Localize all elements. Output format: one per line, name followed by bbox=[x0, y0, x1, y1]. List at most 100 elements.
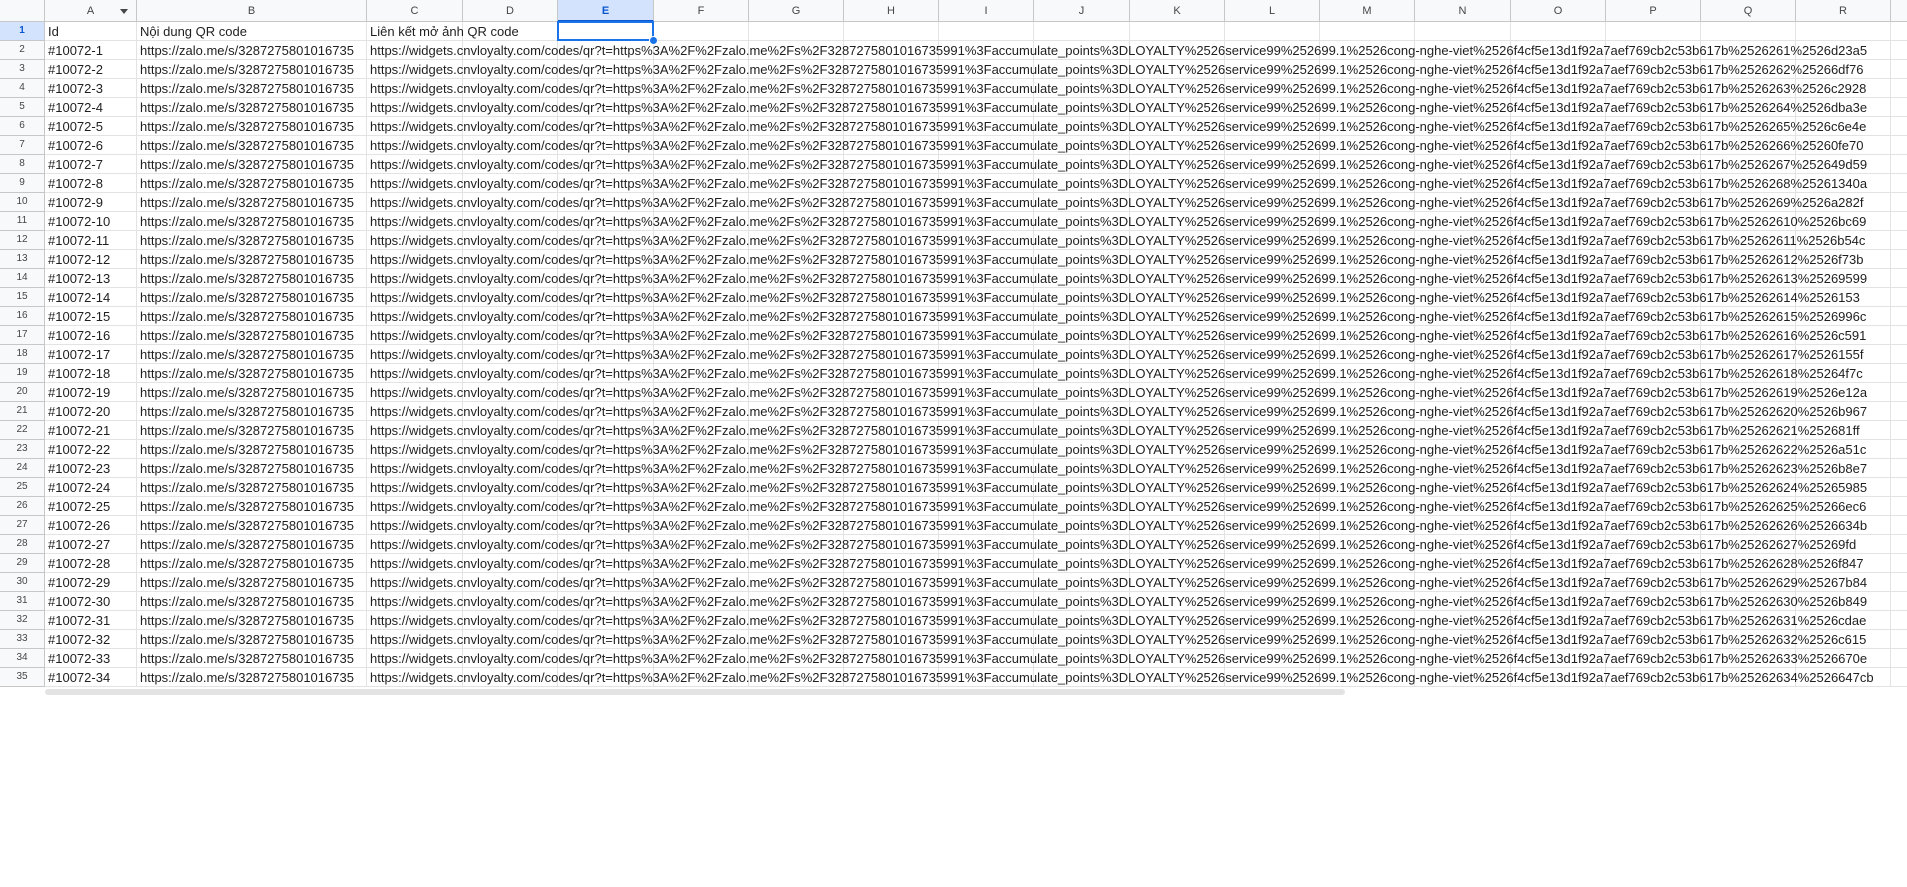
column-header-a[interactable]: A bbox=[45, 0, 137, 22]
row-header-8[interactable]: 8 bbox=[0, 155, 45, 174]
column-header-j[interactable]: J bbox=[1034, 0, 1130, 22]
cell-qr-content[interactable]: https://zalo.me/s/3287275801016735 bbox=[137, 79, 367, 98]
cell-id[interactable]: #10072-18 bbox=[45, 364, 137, 383]
horizontal-scrollbar[interactable] bbox=[45, 689, 1345, 695]
column-header-n[interactable]: N bbox=[1415, 0, 1511, 22]
cell-qr-image-link[interactable]: https://widgets.cnvloyalty.com/codes/qr?… bbox=[367, 440, 1907, 459]
cell-id[interactable]: #10072-27 bbox=[45, 535, 137, 554]
column-header-s[interactable]: S bbox=[1891, 0, 1907, 22]
cell-qr-image-link[interactable]: https://widgets.cnvloyalty.com/codes/qr?… bbox=[367, 611, 1907, 630]
cell-qr-image-link[interactable]: https://widgets.cnvloyalty.com/codes/qr?… bbox=[367, 630, 1907, 649]
row-header-10[interactable]: 10 bbox=[0, 193, 45, 212]
cell-id[interactable]: #10072-28 bbox=[45, 554, 137, 573]
cell-c1-qr-link-header[interactable]: Liên kết mở ảnh QR code bbox=[367, 22, 519, 41]
cell-id[interactable]: #10072-3 bbox=[45, 79, 137, 98]
row-header-33[interactable]: 33 bbox=[0, 630, 45, 649]
row-header-31[interactable]: 31 bbox=[0, 592, 45, 611]
cell-id[interactable]: #10072-19 bbox=[45, 383, 137, 402]
row-header-12[interactable]: 12 bbox=[0, 231, 45, 250]
cell-qr-image-link[interactable]: https://widgets.cnvloyalty.com/codes/qr?… bbox=[367, 307, 1907, 326]
row-header-16[interactable]: 16 bbox=[0, 307, 45, 326]
cell-qr-image-link[interactable]: https://widgets.cnvloyalty.com/codes/qr?… bbox=[367, 288, 1907, 307]
cell-id[interactable]: #10072-6 bbox=[45, 136, 137, 155]
fill-handle[interactable] bbox=[649, 36, 658, 45]
cell-id[interactable]: #10072-32 bbox=[45, 630, 137, 649]
cell-qr-content[interactable]: https://zalo.me/s/3287275801016735 bbox=[137, 231, 367, 250]
cell-id[interactable]: #10072-9 bbox=[45, 193, 137, 212]
row-header-25[interactable]: 25 bbox=[0, 478, 45, 497]
row-header-13[interactable]: 13 bbox=[0, 250, 45, 269]
select-all-corner[interactable] bbox=[0, 0, 45, 22]
cell-qr-content[interactable]: https://zalo.me/s/3287275801016735 bbox=[137, 98, 367, 117]
cell-id[interactable]: #10072-11 bbox=[45, 231, 137, 250]
cell-qr-image-link[interactable]: https://widgets.cnvloyalty.com/codes/qr?… bbox=[367, 516, 1907, 535]
cell-qr-content[interactable]: https://zalo.me/s/3287275801016735 bbox=[137, 611, 367, 630]
cell-qr-content[interactable]: https://zalo.me/s/3287275801016735 bbox=[137, 136, 367, 155]
cell-qr-image-link[interactable]: https://widgets.cnvloyalty.com/codes/qr?… bbox=[367, 174, 1907, 193]
cell-qr-image-link[interactable]: https://widgets.cnvloyalty.com/codes/qr?… bbox=[367, 136, 1907, 155]
cell-qr-content[interactable]: https://zalo.me/s/3287275801016735 bbox=[137, 478, 367, 497]
cell-qr-content[interactable]: https://zalo.me/s/3287275801016735 bbox=[137, 250, 367, 269]
row-header-20[interactable]: 20 bbox=[0, 383, 45, 402]
column-header-e[interactable]: E bbox=[558, 0, 654, 22]
row-header-23[interactable]: 23 bbox=[0, 440, 45, 459]
column-header-h[interactable]: H bbox=[844, 0, 939, 22]
row-header-11[interactable]: 11 bbox=[0, 212, 45, 231]
cell-id[interactable]: #10072-25 bbox=[45, 497, 137, 516]
cell-id[interactable]: #10072-10 bbox=[45, 212, 137, 231]
row-header-15[interactable]: 15 bbox=[0, 288, 45, 307]
cell-b1-qr-content-header[interactable]: Nội dung QR code bbox=[137, 22, 367, 41]
row-header-21[interactable]: 21 bbox=[0, 402, 45, 421]
cell-id[interactable]: #10072-14 bbox=[45, 288, 137, 307]
row-header-18[interactable]: 18 bbox=[0, 345, 45, 364]
cell-id[interactable]: #10072-7 bbox=[45, 155, 137, 174]
cell-id[interactable]: #10072-33 bbox=[45, 649, 137, 668]
cell-qr-content[interactable]: https://zalo.me/s/3287275801016735 bbox=[137, 516, 367, 535]
cell-area[interactable]: Id Nội dung QR code Liên kết mở ảnh QR cod… bbox=[45, 21, 1907, 887]
cell-qr-content[interactable]: https://zalo.me/s/3287275801016735 bbox=[137, 288, 367, 307]
cell-qr-content[interactable]: https://zalo.me/s/3287275801016735 bbox=[137, 193, 367, 212]
cell-qr-image-link[interactable]: https://widgets.cnvloyalty.com/codes/qr?… bbox=[367, 364, 1907, 383]
row-header-28[interactable]: 28 bbox=[0, 535, 45, 554]
cell-qr-image-link[interactable]: https://widgets.cnvloyalty.com/codes/qr?… bbox=[367, 421, 1907, 440]
column-header-o[interactable]: O bbox=[1511, 0, 1606, 22]
cell-qr-image-link[interactable]: https://widgets.cnvloyalty.com/codes/qr?… bbox=[367, 345, 1907, 364]
cell-qr-content[interactable]: https://zalo.me/s/3287275801016735 bbox=[137, 459, 367, 478]
cell-id[interactable]: #10072-4 bbox=[45, 98, 137, 117]
row-header-30[interactable]: 30 bbox=[0, 573, 45, 592]
cell-id[interactable]: #10072-12 bbox=[45, 250, 137, 269]
cell-qr-content[interactable]: https://zalo.me/s/3287275801016735 bbox=[137, 269, 367, 288]
cell-qr-image-link[interactable]: https://widgets.cnvloyalty.com/codes/qr?… bbox=[367, 193, 1907, 212]
column-header-i[interactable]: I bbox=[939, 0, 1034, 22]
cell-qr-content[interactable]: https://zalo.me/s/3287275801016735 bbox=[137, 421, 367, 440]
row-header-22[interactable]: 22 bbox=[0, 421, 45, 440]
cell-qr-content[interactable]: https://zalo.me/s/3287275801016735 bbox=[137, 497, 367, 516]
row-header-27[interactable]: 27 bbox=[0, 516, 45, 535]
cell-qr-image-link[interactable]: https://widgets.cnvloyalty.com/codes/qr?… bbox=[367, 60, 1907, 79]
cell-qr-content[interactable]: https://zalo.me/s/3287275801016735 bbox=[137, 60, 367, 79]
cell-qr-image-link[interactable]: https://widgets.cnvloyalty.com/codes/qr?… bbox=[367, 41, 1907, 60]
row-header-26[interactable]: 26 bbox=[0, 497, 45, 516]
cell-id[interactable]: #10072-2 bbox=[45, 60, 137, 79]
column-header-k[interactable]: K bbox=[1130, 0, 1225, 22]
cell-qr-image-link[interactable]: https://widgets.cnvloyalty.com/codes/qr?… bbox=[367, 326, 1907, 345]
cell-id[interactable]: #10072-8 bbox=[45, 174, 137, 193]
cell-qr-image-link[interactable]: https://widgets.cnvloyalty.com/codes/qr?… bbox=[367, 497, 1907, 516]
cell-qr-image-link[interactable]: https://widgets.cnvloyalty.com/codes/qr?… bbox=[367, 212, 1907, 231]
column-header-b[interactable]: B bbox=[137, 0, 367, 22]
cell-qr-image-link[interactable]: https://widgets.cnvloyalty.com/codes/qr?… bbox=[367, 478, 1907, 497]
column-header-c[interactable]: C bbox=[367, 0, 463, 22]
cell-id[interactable]: #10072-23 bbox=[45, 459, 137, 478]
cell-id[interactable]: #10072-29 bbox=[45, 573, 137, 592]
row-header-29[interactable]: 29 bbox=[0, 554, 45, 573]
column-header-r[interactable]: R bbox=[1796, 0, 1891, 22]
row-header-2[interactable]: 2 bbox=[0, 41, 45, 60]
cell-qr-content[interactable]: https://zalo.me/s/3287275801016735 bbox=[137, 535, 367, 554]
cell-id[interactable]: #10072-34 bbox=[45, 668, 137, 687]
cell-qr-content[interactable]: https://zalo.me/s/3287275801016735 bbox=[137, 117, 367, 136]
cell-qr-content[interactable]: https://zalo.me/s/3287275801016735 bbox=[137, 307, 367, 326]
column-header-f[interactable]: F bbox=[654, 0, 749, 22]
column-header-l[interactable]: L bbox=[1225, 0, 1320, 22]
cell-id[interactable]: #10072-31 bbox=[45, 611, 137, 630]
cell-id[interactable]: #10072-30 bbox=[45, 592, 137, 611]
